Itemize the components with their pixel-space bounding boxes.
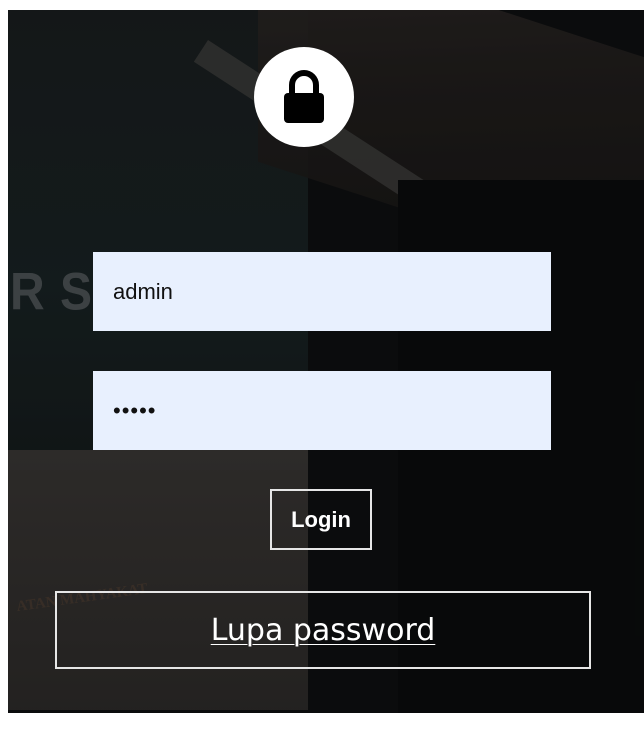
login-button[interactable]: Login bbox=[270, 489, 372, 550]
forgot-password-box: Lupa password bbox=[55, 591, 591, 669]
lock-badge bbox=[254, 47, 354, 147]
login-screen: R SE ATAN MAHYAKAT Login Lupa password bbox=[8, 10, 644, 713]
username-input[interactable] bbox=[93, 252, 551, 331]
lock-icon bbox=[284, 70, 324, 123]
forgot-password-link[interactable]: Lupa password bbox=[211, 613, 436, 648]
password-input[interactable] bbox=[93, 371, 551, 450]
